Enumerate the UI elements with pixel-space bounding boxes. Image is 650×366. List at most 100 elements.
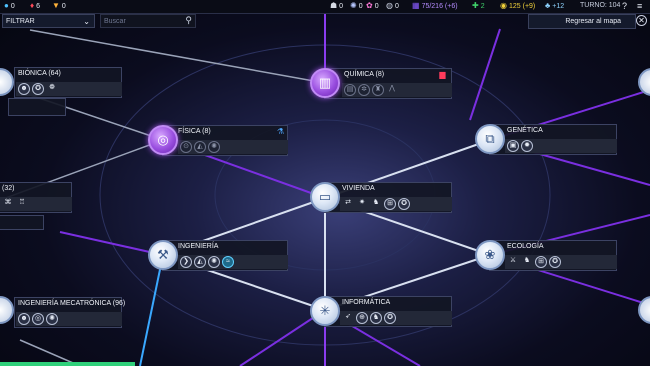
science-resource: ● 0 <box>4 2 15 10</box>
research-resource[interactable]: ▦ 75/216 (+6) <box>412 2 458 10</box>
building-icon[interactable]: ◎ <box>32 313 44 325</box>
unlock-strip: ⇄ ✷ ♞ ⊞ ✪ <box>340 197 452 211</box>
tech-title: ECOLOGÍA <box>507 243 544 250</box>
unit-icon[interactable]: ☻ <box>18 313 30 325</box>
building-icon[interactable]: ⊞ <box>384 198 396 210</box>
physics-icon[interactable]: ◎ <box>148 125 178 155</box>
wonder-icon[interactable]: ✪ <box>549 256 561 268</box>
building-icon[interactable]: ⊙ <box>180 141 192 153</box>
help-icon[interactable]: ? <box>622 1 627 11</box>
engineering-icon[interactable]: ⚒ <box>148 240 178 270</box>
science-icon: ● <box>4 1 9 10</box>
filter-label: FILTRAR <box>6 18 35 25</box>
building-icon[interactable]: ⊕ <box>356 312 368 324</box>
tech-title: BIÓNICA (64) <box>18 70 61 77</box>
culture-value: 6 <box>36 2 40 10</box>
turn-counter: TURNO: 104 <box>580 2 621 9</box>
affinity-value: +12 <box>552 2 565 10</box>
population-icon: ☗ <box>330 1 338 10</box>
wonder-icon[interactable]: ✪ <box>384 312 396 324</box>
burst-icon[interactable]: ✷ <box>356 198 368 210</box>
filter-dropdown[interactable]: FILTRAR ⌄ <box>2 14 95 28</box>
wonder-icon[interactable]: ✪ <box>398 198 410 210</box>
affinity-icon: ♣ <box>545 1 551 10</box>
energy-left-resource: ▼ 0 <box>52 2 66 10</box>
ore-resource: ✿ 0 <box>366 2 379 10</box>
tech-title: QUÍMICA (8) <box>344 71 385 78</box>
tech-title: INGENIERÍA MECATRÓNICA (96) <box>18 300 126 307</box>
close-icon[interactable]: ✕ <box>636 15 647 26</box>
chemistry-icon[interactable]: ▥ <box>310 68 340 98</box>
housing-icon[interactable]: ▭ <box>310 182 340 212</box>
vehicle-icon[interactable]: ♖ <box>16 198 28 210</box>
building-icon[interactable]: ▣ <box>507 140 519 152</box>
chevron-down-icon: ⌄ <box>83 17 90 26</box>
rocket-icon[interactable]: ➶ <box>342 312 354 324</box>
filter-search-bar: FILTRAR ⌄ ⚲ <box>0 14 200 29</box>
wonder-icon[interactable]: ❁ <box>46 83 58 95</box>
menu-icon[interactable]: ≡ <box>637 1 642 11</box>
health-resource[interactable]: ✚ 2 <box>472 2 485 10</box>
tech-title: INGENIERÍA <box>178 243 219 250</box>
wonder-icon[interactable]: ✹ <box>521 140 533 152</box>
unit-icon[interactable]: ❯ <box>180 256 192 268</box>
computing-icon[interactable]: ✳ <box>310 296 340 326</box>
unlock-strip: ⊙ ◭ ✺ <box>178 140 288 154</box>
unlock-strip: ➶ ⊕ ♞ ✪ <box>340 311 452 325</box>
energy-resource[interactable]: ◉ 125 (+9) <box>500 2 535 10</box>
orbit-value: 0 <box>394 2 399 10</box>
building-icon[interactable]: ⊞ <box>535 256 547 268</box>
building-icon[interactable]: ✪ <box>32 83 44 95</box>
progress-line <box>0 362 135 366</box>
ore-value: 0 <box>374 2 379 10</box>
energy-value: 125 (+9) <box>508 2 536 10</box>
improvement-icon[interactable]: ✲ <box>358 84 370 96</box>
search-icon[interactable]: ⚲ <box>185 15 192 26</box>
return-to-map-button[interactable]: Regresar al mapa <box>528 14 636 29</box>
wonder-icon[interactable]: ✺ <box>208 256 220 268</box>
figure-icon[interactable]: ♞ <box>370 198 382 210</box>
building-icon[interactable]: ▤ <box>344 84 356 96</box>
tech-title: VIVIENDA <box>342 185 375 192</box>
tool-icon[interactable]: ⚔ <box>507 256 519 268</box>
resource-icon[interactable]: ♜ <box>372 84 384 96</box>
unlock-strip: ⚔ ♞ ⊞ ✪ <box>505 255 617 269</box>
orbit-resource: ◍ 0 <box>386 2 399 10</box>
unit-icon[interactable]: ⌘ <box>2 198 14 210</box>
road-icon[interactable]: ⋀ <box>386 84 398 96</box>
unlock-strip: ▤ ✲ ♜ ⋀ <box>342 83 452 97</box>
unlock-strip: ☻ ◎ ✺ <box>16 312 122 326</box>
search-box[interactable]: ⚲ <box>100 14 196 28</box>
unit-icon[interactable]: ◭ <box>194 141 206 153</box>
recycle-icon[interactable]: ⇄ <box>342 198 354 210</box>
health-icon: ✚ <box>472 1 479 10</box>
search-input[interactable] <box>104 16 178 27</box>
energy-icon: ◉ <box>500 1 507 10</box>
unlock-strip: ☻ ✪ ❁ <box>16 82 122 96</box>
research-value: 75/216 (+6) <box>421 2 458 10</box>
unlock-strip: ⌘ ♖ <box>0 197 72 211</box>
wonder-icon[interactable]: ✺ <box>46 313 58 325</box>
tech-title: FÍSICA (8) <box>178 128 211 135</box>
affinity-resource[interactable]: ♣ +12 <box>545 2 564 10</box>
tech-title: (32) <box>2 185 15 192</box>
top-resource-bar: ● 0 ♦ 6 ▼ 0 ☗ 0 ✺ 0 ✿ 0 ◍ 0 ▦ 75/216 (+6) ✚ 2 ◉ 12… <box>0 0 650 14</box>
ocean-icon[interactable]: ≈ <box>222 256 234 268</box>
science-value: 0 <box>10 2 15 10</box>
unit-icon[interactable]: ☻ <box>18 83 30 95</box>
figure-icon[interactable]: ♞ <box>521 256 533 268</box>
genetics-icon[interactable]: ⧉ <box>475 124 505 154</box>
ecology-icon[interactable]: ❀ <box>475 240 505 270</box>
tech-title: GENÉTICA <box>507 127 543 134</box>
culture-badge-icon: ▆ <box>439 70 446 79</box>
triangle-icon: ▼ <box>52 1 60 10</box>
wonder-icon[interactable]: ✺ <box>208 141 220 153</box>
orbit-icon: ◍ <box>386 1 393 10</box>
unit-icon[interactable]: ♞ <box>370 312 382 324</box>
research-icon: ▦ <box>412 1 420 10</box>
energy-left-value: 0 <box>61 2 66 10</box>
tech-card-partial <box>0 215 44 230</box>
flask-icon: ⚗ <box>276 127 285 136</box>
culture-resource: ♦ 6 <box>30 2 40 10</box>
building-icon[interactable]: ◭ <box>194 256 206 268</box>
